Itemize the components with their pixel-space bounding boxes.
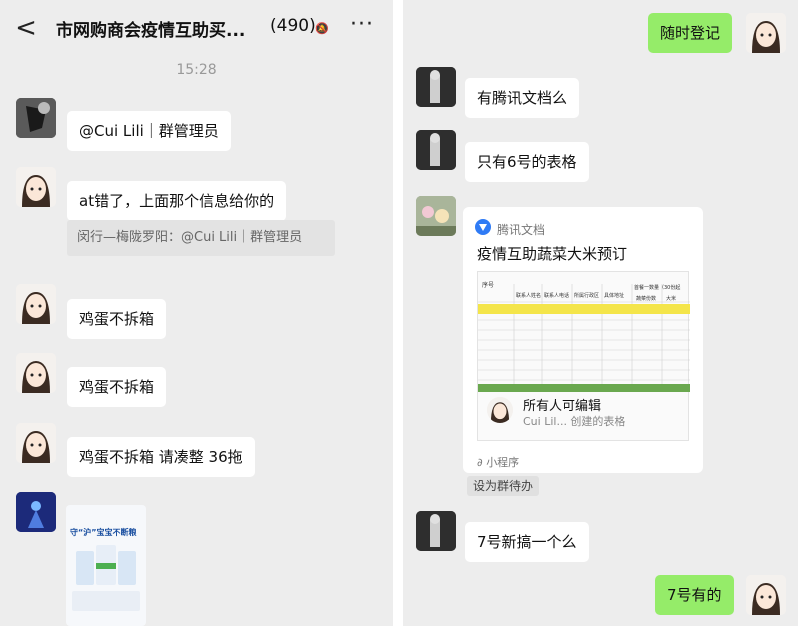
sheet-header-cell: 蔬菜份数 (636, 296, 657, 302)
message-bubble[interactable]: 有腾讯文档么 (465, 78, 580, 118)
mini-program-icon: ∂ (477, 456, 487, 469)
sheet-header-cell: 序号 (482, 282, 495, 289)
member-count: (490) (270, 16, 316, 36)
sheet-header-cell: 大米 (666, 296, 677, 302)
mini-program-text: 小程序 (486, 456, 520, 469)
doc-owner-row: 所有人可编辑 Cui Lil... 创建的表格 (477, 391, 689, 437)
product-photo-icon (72, 545, 140, 611)
doc-creator: Cui Lil... 创建的表格 (523, 415, 626, 428)
sheet-header-cell: 首餐一数量（30份起 (634, 285, 681, 291)
message-bubble[interactable]: 7号新搞一个么 (465, 522, 589, 562)
card-title: 疫情互助蔬菜大米预订 (477, 245, 628, 263)
card-source-label: 腾讯文档 (497, 223, 546, 237)
avatar-girl[interactable] (16, 167, 56, 207)
sheet-header-cell: 联系人姓名 (516, 293, 542, 299)
chat-panel-right: 随时登记 有腾讯文档么 只有6号的表格 腾讯文档 疫情互助蔬菜大米预订 序号 联… (403, 0, 798, 626)
tencent-doc-card[interactable]: 腾讯文档 疫情互助蔬菜大米预订 序号 联系人姓名 联系人电话 所属行政区 具体地… (463, 207, 703, 473)
avatar-blue-stage[interactable] (16, 492, 56, 532)
quoted-reply[interactable]: 闵行—梅陇罗阳：@Cui Lili｜群管理员 (67, 220, 335, 256)
my-avatar-girl[interactable] (746, 13, 786, 53)
message-bubble[interactable]: 鸡蛋不拆箱 (67, 367, 167, 407)
sheet-header-cell: 具体地址 (604, 293, 625, 299)
avatar-dark-figure[interactable] (416, 130, 456, 170)
message-bubble[interactable]: at错了，上面那个信息给你的 (67, 181, 287, 221)
chat-header: < 市网购商会疫情互助买... (490) 🔕 ··· (0, 0, 393, 58)
avatar-girl[interactable] (16, 423, 56, 463)
my-avatar-girl[interactable] (746, 575, 786, 615)
message-bubble[interactable]: @Cui Lili｜群管理员 (67, 111, 231, 151)
back-arrow-icon[interactable]: < (12, 14, 40, 42)
timestamp: 15:28 (176, 62, 217, 78)
chat-title: 市网购商会疫情互助买... (56, 21, 246, 41)
avatar-dark-figure[interactable] (416, 67, 456, 107)
message-bubble[interactable]: 鸡蛋不拆箱 (67, 299, 167, 339)
avatar-flowers-photo[interactable] (416, 196, 456, 236)
avatar-girl[interactable] (16, 353, 56, 393)
tencent-docs-logo-icon (475, 219, 491, 235)
my-message-bubble[interactable]: 7号有的 (655, 575, 734, 615)
mini-program-label: ∂ 小程序 (477, 454, 519, 470)
my-message-bubble[interactable]: 随时登记 (648, 13, 733, 53)
owner-avatar (487, 397, 513, 423)
sheet-header-cell: 联系人电话 (544, 293, 570, 299)
chat-panel-left: < 市网购商会疫情互助买... (490) 🔕 ··· 15:28 @Cui L… (0, 0, 393, 626)
avatar-girl[interactable] (16, 284, 56, 324)
doc-permission: 所有人可编辑 (523, 399, 602, 414)
set-todo-label[interactable]: 设为群待办 (467, 476, 540, 496)
avatar-dark-figure[interactable] (16, 98, 56, 138)
image-message[interactable]: 守“沪”宝宝不断粮 (66, 505, 146, 626)
mute-bell-icon: 🔕 (315, 22, 329, 35)
message-bubble[interactable]: 只有6号的表格 (465, 142, 589, 182)
avatar-dark-figure[interactable] (416, 511, 456, 551)
more-options-icon[interactable]: ··· (350, 12, 374, 37)
message-bubble[interactable]: 鸡蛋不拆箱 请凑整 36拖 (67, 437, 255, 477)
sheet-header-cell: 所属行政区 (574, 293, 600, 299)
